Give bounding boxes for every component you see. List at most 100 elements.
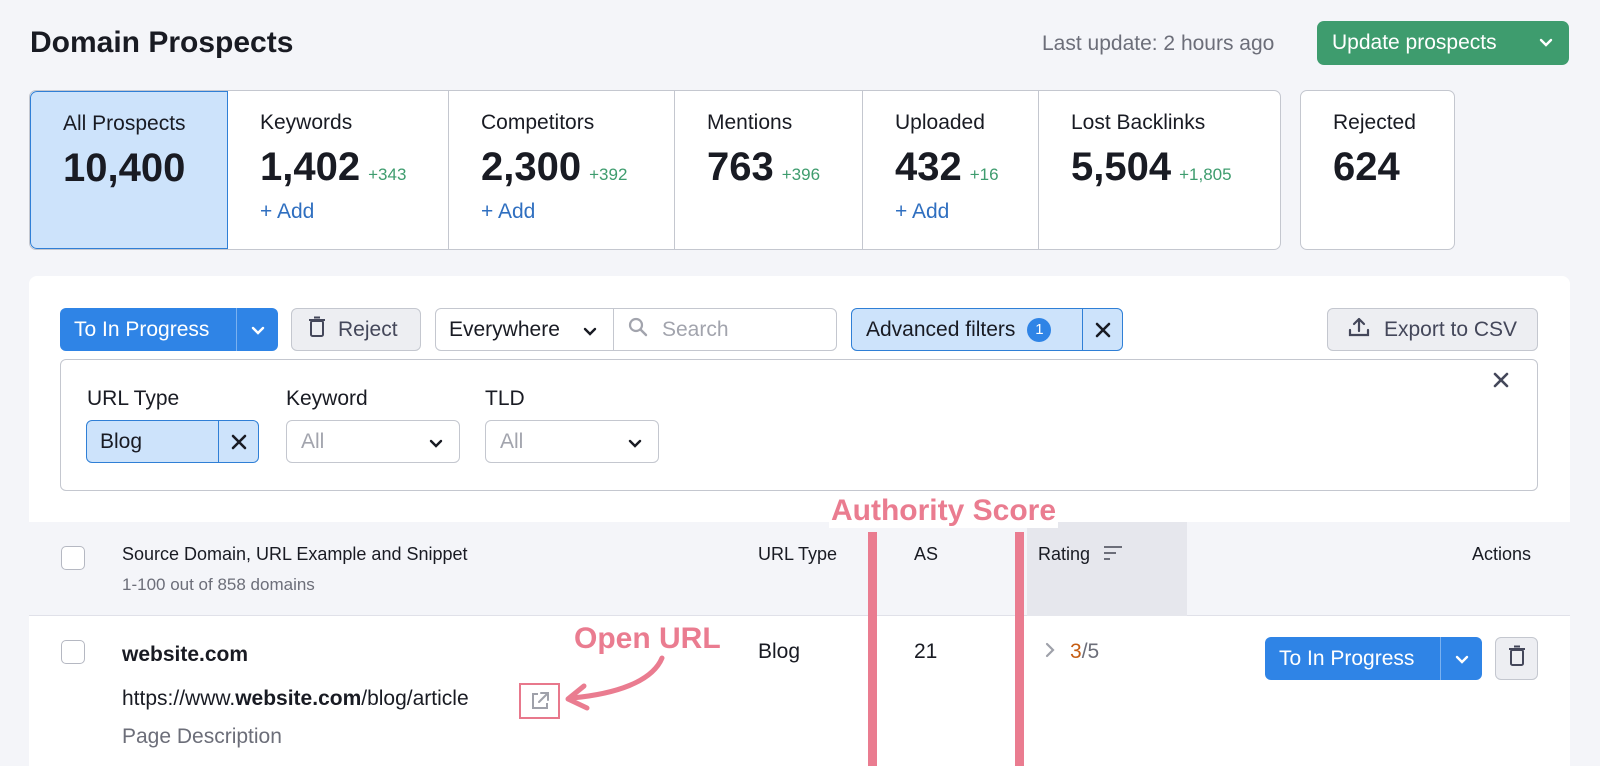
rating-score: 3 — [1070, 640, 1082, 663]
tab-label: Rejected — [1333, 111, 1416, 134]
tld-filter-label: TLD — [485, 387, 525, 410]
prospect-tabs: All Prospects 10,400 Keywords 1,402 +343 … — [29, 90, 1281, 250]
keyword-filter-select[interactable]: All — [286, 420, 460, 463]
tab-count: 5,504 — [1071, 145, 1172, 189]
url-domain: website.com — [235, 687, 362, 710]
search-input[interactable]: Search — [613, 308, 837, 351]
tab-uploaded[interactable]: Uploaded 432 +16 + Add — [863, 91, 1039, 249]
page-title: Domain Prospects — [30, 26, 294, 59]
tab-delta: +343 — [368, 165, 407, 184]
update-prospects-label: Update prospects — [1332, 31, 1497, 54]
tab-count: 1,402 — [260, 145, 361, 189]
search-icon — [628, 317, 648, 343]
authority-score-annotation: Authority Score — [829, 494, 1059, 528]
tab-label: All Prospects — [63, 112, 186, 135]
upload-icon — [1348, 316, 1370, 344]
to-in-progress-label: To In Progress — [74, 317, 210, 341]
chevron-down-icon[interactable] — [1440, 637, 1482, 680]
as-column-header[interactable]: AS — [914, 544, 938, 565]
tab-label: Keywords — [260, 111, 353, 134]
tab-delta: +1,805 — [1179, 165, 1232, 184]
chevron-down-icon — [581, 322, 599, 346]
annotation-line-left — [868, 532, 877, 766]
tab-mentions[interactable]: Mentions 763 +396 — [675, 91, 863, 249]
url-prefix: https://www. — [122, 687, 236, 710]
tab-keywords[interactable]: Keywords 1,402 +343 + Add — [228, 91, 449, 249]
tld-filter-value: All — [500, 429, 524, 453]
close-icon[interactable] — [1082, 309, 1122, 350]
keyword-filter-label: Keyword — [286, 387, 368, 410]
scope-select[interactable]: Everywhere — [435, 308, 614, 351]
tab-count: 10,400 — [63, 146, 186, 190]
row-description: Page Description — [122, 725, 282, 748]
tab-count: 624 — [1333, 145, 1400, 189]
row-url-type: Blog — [758, 640, 801, 663]
tab-count: 763 — [707, 145, 774, 189]
row-to-in-progress-button[interactable]: To In Progress — [1265, 637, 1482, 680]
url-path: /blog/article — [361, 687, 469, 710]
chevron-down-icon — [427, 434, 445, 458]
row-action-label: To In Progress — [1279, 646, 1415, 670]
add-competitors-link[interactable]: + Add — [481, 200, 674, 224]
chevron-down-icon — [626, 434, 644, 458]
last-update-text: Last update: 2 hours ago — [1042, 32, 1275, 55]
annotation-line-right — [1015, 532, 1024, 766]
reject-button[interactable]: Reject — [291, 308, 421, 351]
trash-icon — [308, 316, 326, 344]
to-in-progress-button[interactable]: To In Progress — [60, 308, 278, 351]
advanced-filters-panel — [60, 359, 1538, 491]
external-link-icon[interactable] — [519, 683, 560, 719]
keyword-filter-value: All — [301, 429, 325, 453]
update-prospects-button[interactable]: Update prospects — [1317, 21, 1569, 65]
annotation-arrow-icon — [565, 655, 665, 711]
tab-label: Lost Backlinks — [1071, 111, 1206, 134]
filter-count-badge: 1 — [1027, 317, 1052, 342]
rating-column-header[interactable]: Rating — [1038, 544, 1090, 565]
tab-delta: +396 — [781, 165, 821, 184]
advanced-filters-button[interactable]: Advanced filters 1 — [851, 308, 1123, 351]
url-type-value: Blog — [100, 429, 143, 453]
tab-label: Uploaded — [895, 111, 985, 134]
tab-lost-backlinks[interactable]: Lost Backlinks 5,504 +1,805 — [1039, 91, 1280, 249]
row-domain[interactable]: website.com — [122, 643, 248, 667]
tab-competitors[interactable]: Competitors 2,300 +392 + Add — [449, 91, 675, 249]
advanced-filters-label: Advanced filters — [866, 317, 1016, 341]
row-delete-button[interactable] — [1495, 637, 1538, 680]
tab-rejected[interactable]: Rejected 624 — [1300, 90, 1455, 250]
close-icon[interactable] — [1491, 370, 1511, 395]
source-column-header[interactable]: Source Domain, URL Example and Snippet — [122, 544, 468, 565]
table-header — [29, 522, 1570, 616]
row-checkbox[interactable] — [61, 640, 85, 664]
row-url[interactable]: https://www.website.com/blog/article — [122, 687, 469, 711]
tab-all-prospects[interactable]: All Prospects 10,400 — [30, 91, 228, 249]
add-uploaded-link[interactable]: + Add — [895, 200, 1038, 224]
rating-column-highlight — [1027, 522, 1187, 616]
add-keywords-link[interactable]: + Add — [260, 200, 448, 224]
url-type-filter-chip[interactable]: Blog — [86, 420, 259, 463]
scope-value: Everywhere — [449, 317, 560, 341]
close-icon[interactable] — [218, 421, 258, 462]
sort-icon[interactable] — [1103, 544, 1123, 567]
tab-label: Mentions — [707, 111, 793, 134]
row-rating[interactable]: 3/5 — [1044, 640, 1099, 664]
actions-column-header: Actions — [1472, 544, 1532, 564]
tld-filter-select[interactable]: All — [485, 420, 659, 463]
tab-count: 432 — [895, 145, 962, 189]
select-all-checkbox[interactable] — [61, 546, 85, 570]
results-count: 1-100 out of 858 domains — [122, 575, 315, 594]
tab-label: Competitors — [481, 111, 595, 134]
export-csv-button[interactable]: Export to CSV — [1327, 308, 1538, 351]
url-type-filter-label: URL Type — [87, 387, 180, 410]
export-label: Export to CSV — [1384, 317, 1518, 341]
url-type-column-header[interactable]: URL Type — [758, 544, 837, 565]
open-url-annotation: Open URL — [574, 622, 721, 655]
search-placeholder: Search — [662, 317, 729, 341]
chevron-down-icon[interactable] — [236, 308, 278, 351]
chevron-down-icon — [1537, 33, 1555, 57]
chevron-right-icon[interactable] — [1044, 640, 1056, 664]
trash-icon — [1508, 645, 1526, 672]
rating-total: /5 — [1081, 640, 1100, 663]
tab-delta: +16 — [969, 165, 999, 184]
row-as: 21 — [914, 640, 938, 663]
tab-count: 2,300 — [481, 145, 582, 189]
